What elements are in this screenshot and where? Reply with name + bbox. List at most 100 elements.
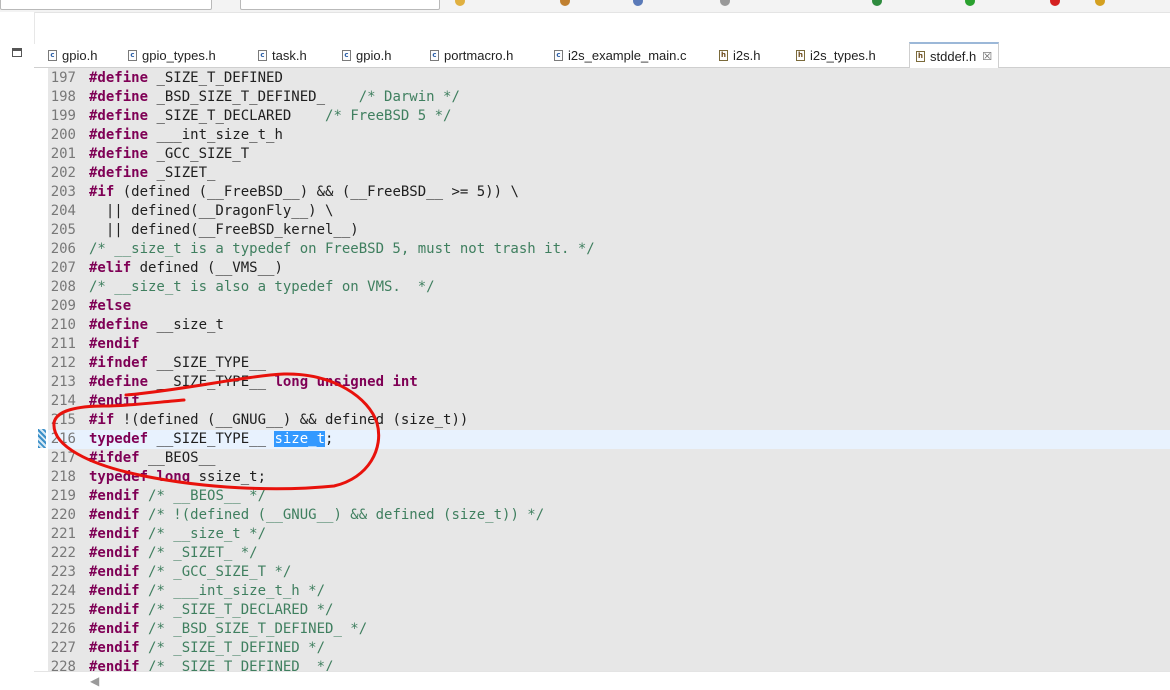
code-line[interactable]: 210 #define __size_t — [48, 316, 1170, 335]
code-line[interactable]: 212 #ifndef __SIZE_TYPE__ — [48, 354, 1170, 373]
tab-label: i2s_example_main.c — [568, 48, 687, 63]
code-line[interactable]: 224 #endif /* ___int_size_t_h */ — [48, 582, 1170, 601]
code-line[interactable]: 214 #endif — [48, 392, 1170, 411]
line-number: 209 — [50, 298, 76, 314]
code-line[interactable]: 228 #endif /* _SIZE_T_DEFINED_ */ — [48, 658, 1170, 671]
toolbar-gear-icon[interactable] — [720, 0, 730, 6]
tab-i2s-types-h[interactable]: h i2s_types.h — [796, 44, 876, 67]
code-comment: /* !(defined (__GNUG__) && defined (size… — [148, 507, 545, 523]
code-text: !(defined (__GNUG__) && defined (size_t)… — [114, 412, 469, 428]
tab-label: gpio_types.h — [142, 48, 216, 63]
code-line[interactable]: 221 #endif /* __size_t */ — [48, 525, 1170, 544]
code-line[interactable]: 197 #define _SIZE_T_DEFINED — [48, 69, 1170, 88]
code-keyword: #define — [89, 108, 149, 124]
toolbar-folder-icon[interactable] — [455, 0, 465, 6]
h-header-file-icon: h — [796, 50, 805, 61]
code-line[interactable]: 213 #define __SIZE_TYPE__ long unsigned i… — [48, 373, 1170, 392]
code-line[interactable]: 219 #endif /* __BEOS__ */ — [48, 487, 1170, 506]
toolbar-build-icon[interactable] — [560, 0, 570, 6]
code-line[interactable]: 226 #endif /* _BSD_SIZE_T_DEFINED_ */ — [48, 620, 1170, 639]
code-line[interactable]: 202 #define _SIZET_ — [48, 164, 1170, 183]
code-editor[interactable]: 197 #define _SIZE_T_DEFINED 198 #define _BS… — [34, 68, 1170, 671]
line-number: 228 — [50, 659, 76, 671]
toolbar-folder-icon-2[interactable] — [1095, 0, 1105, 6]
code-keyword: #endif — [89, 526, 140, 542]
c-header-file-icon: c — [342, 50, 351, 61]
code-line[interactable]: 204 || defined(__DragonFly__) \ — [48, 202, 1170, 221]
scroll-left-arrow-icon[interactable]: ◀ — [90, 674, 99, 688]
toolbar-combo-left[interactable] — [0, 0, 212, 10]
code-line[interactable]: 203 #if (defined (__FreeBSD__) && (__Free… — [48, 183, 1170, 202]
code-comment: /* __size_t */ — [148, 526, 267, 542]
code-keyword: #endif — [89, 640, 140, 656]
code-line-current[interactable]: 216 typedef __SIZE_TYPE__ size_t; — [48, 430, 1170, 449]
code-keyword: #endif — [89, 488, 140, 504]
code-line[interactable]: 201 #define _GCC_SIZE_T — [48, 145, 1170, 164]
tab-gpio-types-h[interactable]: c gpio_types.h — [128, 44, 216, 67]
tab-i2s-h[interactable]: h i2s.h — [719, 44, 760, 67]
code-line[interactable]: 206 /* __size_t is a typedef on FreeBSD 5… — [48, 240, 1170, 259]
code-keyword: #else — [89, 298, 132, 314]
tab-close-icon[interactable]: ☒ — [982, 50, 992, 63]
line-number: 211 — [50, 336, 76, 352]
code-comment: /* FreeBSD 5 */ — [325, 108, 452, 124]
code-comment: /* _GCC_SIZE_T */ — [148, 564, 292, 580]
line-number: 206 — [50, 241, 76, 257]
code-line[interactable]: 227 #endif /* _SIZE_T_DEFINED */ — [48, 639, 1170, 658]
code-line[interactable]: 199 #define _SIZE_T_DECLARED /* FreeBSD 5… — [48, 107, 1170, 126]
tab-i2s-example-main-c[interactable]: c i2s_example_main.c — [554, 44, 687, 67]
code-line[interactable]: 217 #ifdef __BEOS__ — [48, 449, 1170, 468]
code-keyword: #define — [89, 146, 149, 162]
code-line[interactable]: 200 #define ___int_size_t_h — [48, 126, 1170, 145]
toolbar-stop-icon[interactable] — [1050, 0, 1060, 6]
left-side-panel — [0, 12, 35, 689]
code-line[interactable]: 198 #define _BSD_SIZE_T_DEFINED_ /* Darwi… — [48, 88, 1170, 107]
code-keyword: #endif — [89, 659, 140, 671]
h-header-file-icon: h — [719, 50, 728, 61]
code-line[interactable]: 218 typedef long ssize_t; — [48, 468, 1170, 487]
h-header-file-icon: h — [916, 50, 925, 62]
toolbar-debug-icon[interactable] — [965, 0, 975, 6]
code-line[interactable]: 208 /* __size_t is also a typedef on VMS.… — [48, 278, 1170, 297]
horizontal-scrollbar[interactable]: ◀ — [34, 671, 1170, 690]
code-text: __SIZE_TYPE__ — [148, 374, 275, 390]
code-comment: /* __BEOS__ */ — [148, 488, 267, 504]
tab-gpio-h[interactable]: c gpio.h — [48, 44, 97, 67]
code-line[interactable]: 207 #elif defined (__VMS__) — [48, 259, 1170, 278]
code-text: _SIZE_T_DEFINED — [148, 70, 283, 86]
toolbar-run-icon[interactable] — [872, 0, 882, 6]
code-line[interactable]: 220 #endif /* !(defined (__GNUG__) && def… — [48, 506, 1170, 525]
code-text: _GCC_SIZE_T — [148, 146, 250, 162]
code-comment: /* _SIZET_ */ — [148, 545, 258, 561]
tab-label: i2s.h — [733, 48, 761, 63]
tab-portmacro-h[interactable]: c portmacro.h — [430, 44, 513, 67]
tab-label: i2s_types.h — [810, 48, 876, 63]
code-keyword: #define — [89, 374, 149, 390]
code-keyword: #endif — [89, 545, 140, 561]
tab-label: gpio.h — [356, 48, 392, 63]
code-line[interactable]: 211 #endif — [48, 335, 1170, 354]
line-number: 202 — [50, 165, 76, 181]
line-number: 222 — [50, 545, 76, 561]
code-line[interactable]: 225 #endif /* _SIZE_T_DECLARED */ — [48, 601, 1170, 620]
toolbar-combo-right[interactable] — [240, 0, 440, 10]
code-line[interactable]: 223 #endif /* _GCC_SIZE_T */ — [48, 563, 1170, 582]
c-header-file-icon: c — [48, 50, 57, 61]
minimize-icon[interactable] — [12, 48, 22, 57]
toolbar-window-icon[interactable] — [633, 0, 643, 6]
code-line[interactable]: 215 #if !(defined (__GNUG__) && defined (… — [48, 411, 1170, 430]
line-number: 208 — [50, 279, 76, 295]
tab-gpio-h[interactable]: c gpio.h — [342, 44, 391, 67]
code-line[interactable]: 205 || defined(__FreeBSD_kernel__) — [48, 221, 1170, 240]
code-text: ; — [325, 431, 334, 447]
tab-stddef-h[interactable]: h stddef.h ☒ — [909, 42, 1000, 68]
c-header-file-icon: c — [128, 50, 137, 61]
code-keyword: #endif — [89, 507, 140, 523]
code-line[interactable]: 222 #endif /* _SIZET_ */ — [48, 544, 1170, 563]
code-line[interactable]: 209 #else — [48, 297, 1170, 316]
tab-task-h[interactable]: c task.h — [258, 44, 307, 67]
